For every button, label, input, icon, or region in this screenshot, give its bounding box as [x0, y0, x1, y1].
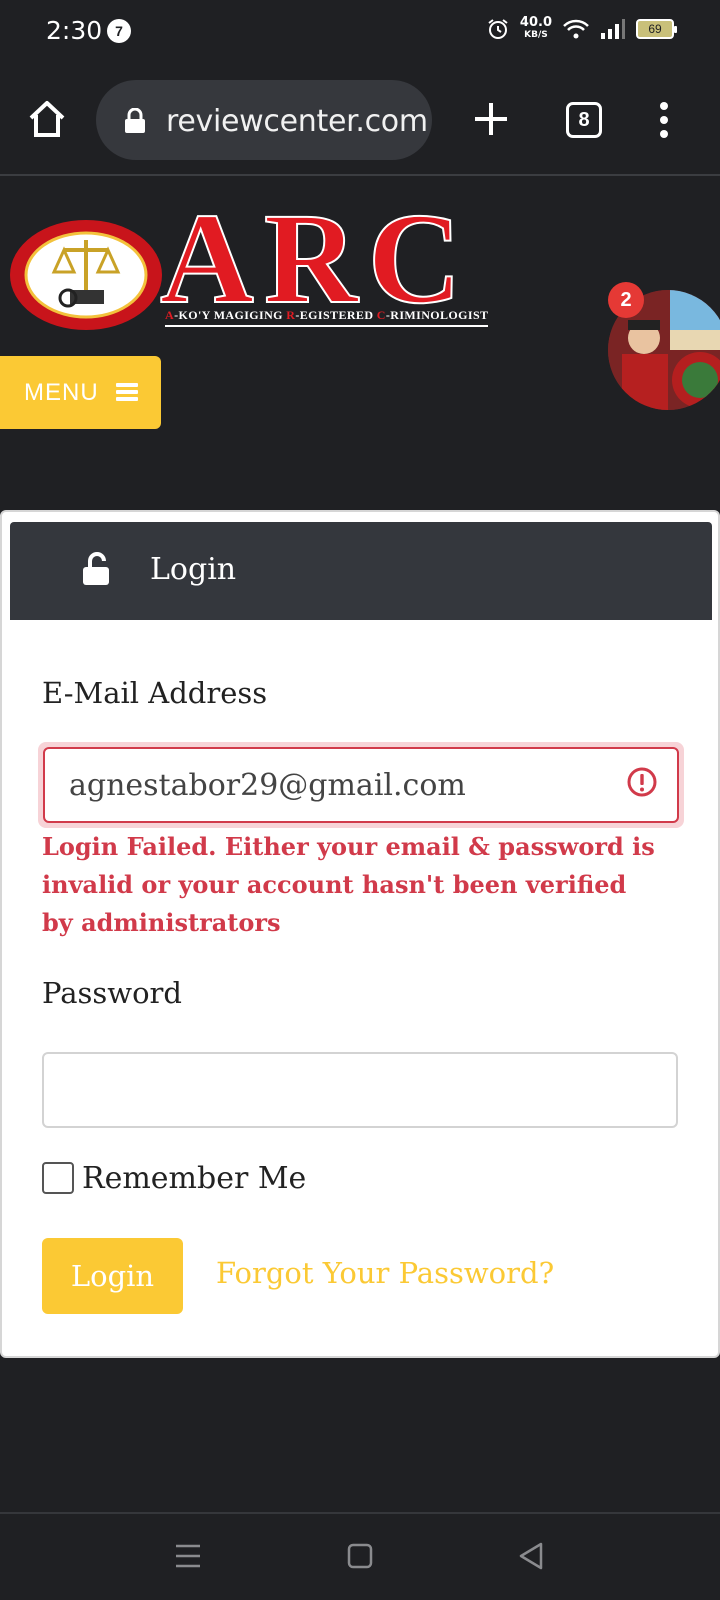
- remember-me-checkbox[interactable]: [42, 1162, 74, 1194]
- hamburger-icon: [116, 382, 139, 401]
- url-text: reviewcenter.com: [166, 104, 428, 139]
- battery-indicator: 69: [636, 19, 677, 39]
- signal-icon: [601, 19, 625, 39]
- status-time: 2:30: [46, 16, 103, 45]
- home-icon[interactable]: [26, 98, 68, 140]
- password-label: Password: [42, 976, 182, 1010]
- login-button[interactable]: Login: [42, 1238, 183, 1314]
- wifi-icon: [563, 19, 589, 39]
- password-field[interactable]: [42, 1052, 678, 1128]
- plus-icon[interactable]: [470, 98, 512, 140]
- tab-switcher-button[interactable]: 8: [566, 102, 602, 138]
- lock-icon: [125, 108, 145, 133]
- login-error-message: Login Failed. Either your email & passwo…: [42, 832, 655, 937]
- notification-count-badge: 7: [107, 19, 131, 43]
- amici-seal-logo[interactable]: [8, 218, 168, 332]
- site-header: ARC A-KO'Y MAGIGING R-EGISTERED C-RIMINO…: [0, 178, 720, 508]
- email-label: E-Mail Address: [42, 676, 268, 710]
- card-header: Login: [10, 522, 712, 620]
- card-title: Login: [150, 552, 237, 587]
- network-speed: 40.0 KB/S: [519, 15, 552, 40]
- back-triangle-icon[interactable]: [512, 1536, 552, 1576]
- system-nav-bar: [0, 1512, 720, 1600]
- menu-button[interactable]: MENU: [0, 356, 161, 429]
- address-bar[interactable]: reviewcenter.com: [96, 80, 432, 160]
- login-card: Login E-Mail Address Login Failed. Eithe…: [0, 510, 720, 1358]
- recents-icon[interactable]: [168, 1536, 208, 1576]
- alarm-icon: [488, 19, 508, 39]
- more-vertical-icon[interactable]: [650, 100, 678, 140]
- menu-label: MENU: [24, 379, 99, 406]
- remember-me-row[interactable]: Remember Me: [42, 1160, 306, 1196]
- remember-me-label[interactable]: Remember Me: [82, 1161, 306, 1196]
- forgot-password-link[interactable]: Forgot Your Password?: [216, 1256, 554, 1290]
- chat-head-badge: 2: [608, 282, 644, 318]
- email-field-wrapper: [38, 742, 684, 828]
- browser-toolbar: reviewcenter.com 8: [0, 62, 720, 176]
- status-bar: 2:30 7 40.0 KB/S 69: [0, 0, 720, 62]
- home-square-icon[interactable]: [340, 1536, 380, 1576]
- tagline: A-KO'Y MAGIGING R-EGISTERED C-RIMINOLOGI…: [165, 308, 489, 327]
- unlock-icon: [83, 552, 109, 585]
- email-field[interactable]: [43, 747, 679, 823]
- error-circle-icon: [627, 767, 657, 797]
- status-icons: 40.0 KB/S 69: [486, 15, 677, 42]
